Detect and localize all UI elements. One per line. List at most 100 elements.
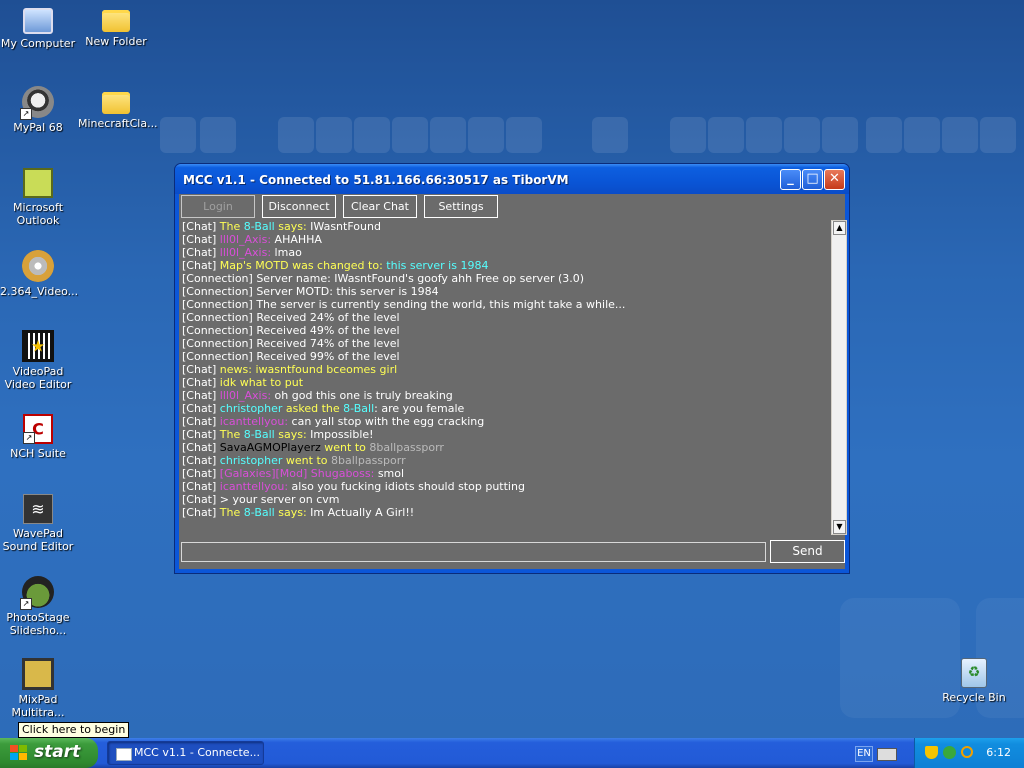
chat-segment: : are you female <box>374 402 465 415</box>
chat-segment: [Chat] <box>182 233 220 246</box>
chat-line: [Chat] christopher asked the 8-Ball: are… <box>181 402 829 415</box>
desktop-decoration <box>200 117 236 153</box>
desktop-icon-wavepad[interactable]: ≋ WavePad Sound Editor <box>0 494 76 553</box>
scroll-down-arrow-icon[interactable]: ▼ <box>833 520 846 534</box>
start-button[interactable]: start <box>0 738 98 768</box>
chat-segment: asked the <box>282 402 344 415</box>
chat-line: [Chat] news: iwasntfound bceomes girl <box>181 363 829 376</box>
desktop-decoration <box>784 117 820 153</box>
chat-segment: 8-Ball <box>243 428 275 441</box>
desktop-decoration <box>592 117 628 153</box>
waveform-icon: ≋ <box>31 499 45 519</box>
login-button[interactable]: Login <box>181 195 255 218</box>
desktop-icon-video-file[interactable]: 2.364_Video... <box>0 250 79 298</box>
keyboard-icon[interactable] <box>877 748 897 761</box>
security-shield-icon[interactable] <box>925 746 938 759</box>
chat-line: [Chat] [Galaxies][Mod] Shugaboss: smol <box>181 467 829 480</box>
chat-segment: [Chat] <box>182 467 220 480</box>
desktop-decoration <box>468 117 504 153</box>
start-label: start <box>34 742 81 762</box>
chat-segment: The <box>219 506 244 519</box>
desktop-icon-outlook[interactable]: Microsoft Outlook <box>0 168 76 227</box>
chat-input[interactable] <box>181 542 766 562</box>
chat-line: [Chat] lll0l_Axis: AHAHHA <box>181 233 829 246</box>
desktop-icon-minecraft-folder[interactable]: MinecraftCla... <box>78 86 158 130</box>
mixpad-icon <box>22 658 54 690</box>
chat-segment: [Chat] <box>182 441 220 454</box>
search-icon[interactable] <box>961 746 973 758</box>
taskbar-item-mcc[interactable]: MCC v1.1 - Connecte... <box>107 741 264 765</box>
scroll-up-arrow-icon[interactable]: ▲ <box>833 221 846 235</box>
shortcut-arrow-icon: ↗ <box>20 108 32 120</box>
chat-segment: this server is 1984 <box>386 259 489 272</box>
disc-icon <box>22 250 54 282</box>
desktop-decoration <box>316 117 352 153</box>
close-button[interactable]: ✕ <box>824 169 845 190</box>
chat-line: [Connection] Server MOTD: this server is… <box>181 285 829 298</box>
chat-line: [Chat] The 8-Ball says: Im Actually A Gi… <box>181 506 829 519</box>
folder-icon <box>102 10 130 32</box>
chat-segment: Impossible! <box>310 428 374 441</box>
chat-segment: [Chat] <box>182 480 220 493</box>
disconnect-button[interactable]: Disconnect <box>262 195 336 218</box>
computer-icon <box>23 8 53 34</box>
chat-line: [Chat] idk what to put <box>181 376 829 389</box>
desktop-icon-label: MyPal 68 <box>13 121 63 134</box>
desktop-icon-label: MixPad Multitra... <box>11 693 65 719</box>
desktop-icon-videopad[interactable]: ★ VideoPad Video Editor <box>0 330 76 391</box>
chat-segment: The <box>219 428 244 441</box>
desktop-icon-label: Recycle Bin <box>942 691 1006 704</box>
chat-segment: Im Actually A Girl!! <box>310 506 415 519</box>
star-icon: ★ <box>30 336 46 356</box>
desktop-icon-recycle-bin[interactable]: ♻ Recycle Bin <box>936 658 1012 704</box>
recycle-arrows-icon: ♻ <box>967 664 981 681</box>
chat-segment: [Chat] <box>182 506 220 519</box>
window-client-area: Login Disconnect Clear Chat Settings [Ch… <box>179 194 847 569</box>
recycle-bin-icon: ♻ <box>961 658 987 688</box>
chat-segment: [Connection] Server MOTD: this server is… <box>182 285 439 298</box>
send-button[interactable]: Send <box>770 540 845 563</box>
chat-scrollbar[interactable]: ▲ ▼ <box>831 220 847 535</box>
maximize-button[interactable]: □ <box>802 169 823 190</box>
chat-segment: [Chat] <box>182 376 220 389</box>
desktop-icon-my-computer[interactable]: My Computer <box>0 4 76 50</box>
settings-button[interactable]: Settings <box>424 195 498 218</box>
chat-segment: icanttellyou: <box>219 480 289 493</box>
clear-chat-button[interactable]: Clear Chat <box>343 195 417 218</box>
chat-segment: also you fucking idiots should stop putt… <box>288 480 525 493</box>
desktop-icon-label: 2.364_Video... <box>0 285 79 298</box>
chat-segment: SavaAGMOPlayerz <box>219 441 321 454</box>
desktop-icon-label: NCH Suite <box>10 447 66 460</box>
window-app-icon <box>116 748 132 761</box>
clock[interactable]: 6:12 <box>986 746 1011 759</box>
chat-segment: The <box>219 220 244 233</box>
desktop-icon-mypal[interactable]: ↗ MyPal 68 <box>0 86 76 134</box>
chat-segment: IWasntFound <box>310 220 381 233</box>
desktop-decoration <box>354 117 390 153</box>
desktop-decoration <box>506 117 542 153</box>
chat-segment: [Connection] Received 74% of the level <box>182 337 400 350</box>
desktop-icon-mixpad[interactable]: MixPad Multitra... <box>0 658 76 719</box>
minimize-button[interactable]: _ <box>780 169 801 190</box>
outlook-icon <box>23 168 53 198</box>
chat-segment: [Connection] Server name: IWasntFound's … <box>182 272 585 285</box>
chat-line: [Chat] Map's MOTD was changed to: this s… <box>181 259 829 272</box>
desktop-decoration <box>670 117 706 153</box>
chat-segment: [Chat] <box>182 259 220 272</box>
chat-segment: 8ballpassporr <box>369 441 444 454</box>
window-titlebar[interactable]: MCC v1.1 - Connected to 51.81.166.66:305… <box>175 164 849 194</box>
desktop-icon-label: WavePad Sound Editor <box>2 527 74 553</box>
window-title: MCC v1.1 - Connected to 51.81.166.66:305… <box>183 173 569 187</box>
desktop-icon-nch-suite[interactable]: C ↗ NCH Suite <box>0 414 76 460</box>
chat-segment: [Connection] Received 49% of the level <box>182 324 400 337</box>
desktop-icon-label: My Computer <box>0 37 76 50</box>
chat-segment: [Chat] <box>182 454 220 467</box>
desktop-icon-new-folder[interactable]: New Folder <box>78 4 154 48</box>
safely-remove-hardware-icon[interactable] <box>943 746 956 759</box>
chat-log[interactable]: [Chat] The 8-Ball says: IWasntFound [Chat… <box>181 220 829 535</box>
language-indicator[interactable]: EN <box>855 746 873 762</box>
chat-segment: 8-Ball <box>243 506 275 519</box>
chat-segment: icanttellyou: <box>219 415 289 428</box>
desktop-icon-label: VideoPad Video Editor <box>4 365 72 391</box>
desktop-icon-photostage[interactable]: ↗ PhotoStage Slidesho... <box>0 576 76 637</box>
